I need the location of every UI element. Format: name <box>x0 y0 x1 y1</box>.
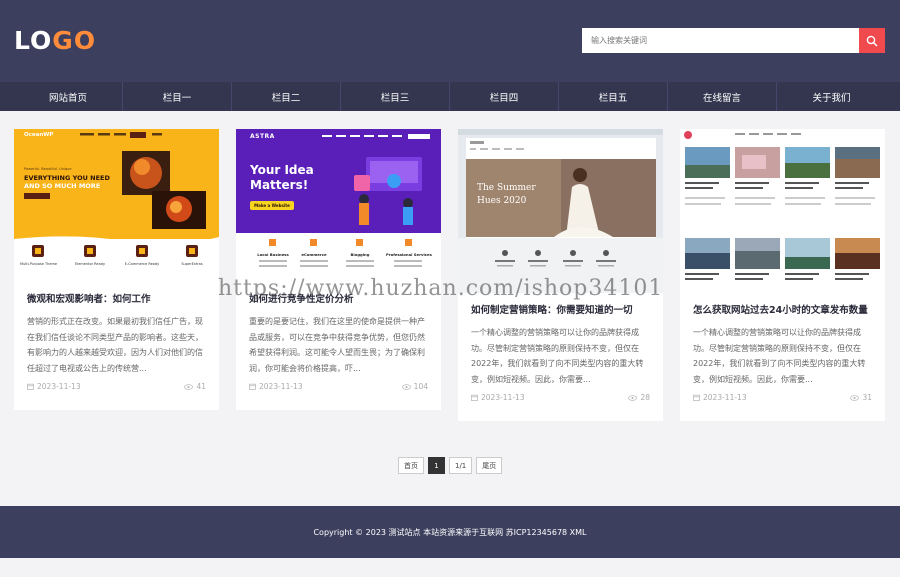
article-views: 28 <box>640 393 650 402</box>
current-page-button[interactable]: 1 <box>428 457 445 474</box>
article-title[interactable]: 微观和宏观影响者：如何工作 <box>27 293 206 307</box>
article-meta: 2023-11-13 41 <box>27 382 206 391</box>
article-thumbnail[interactable]: The Summer Hues 2020 <box>458 129 663 293</box>
nav-item-column-2[interactable]: 栏目二 <box>232 82 341 111</box>
astra-headline-1: Your Idea <box>250 163 314 177</box>
search-icon <box>866 35 878 47</box>
article-date: 2023-11-13 <box>259 382 303 391</box>
article-card[interactable]: OceanWP Powerful. Beautiful. Unique EVER… <box>14 129 219 410</box>
calendar-icon <box>249 383 256 390</box>
astra-feature-4: Professional Services <box>386 252 432 257</box>
article-excerpt: 重要的是要记住，我们在这里的使命是提供一种产品或服务，可以在竞争中获得竞争优势，… <box>249 317 425 373</box>
site-footer: Copyright © 2023 测试站点 本站资源来源于互联网 苏ICP123… <box>0 506 900 558</box>
astra-feature-2: eCommerce <box>301 252 327 257</box>
search-input[interactable] <box>582 28 859 53</box>
article-card[interactable]: ASTRA Your Idea Matters! Make a Website … <box>236 129 441 410</box>
article-thumbnail[interactable]: ASTRA Your Idea Matters! Make a Website … <box>236 129 441 282</box>
astra-cta-button: Make a Website <box>254 203 290 208</box>
article-thumbnail[interactable] <box>680 129 885 293</box>
article-views: 31 <box>862 393 872 402</box>
nav-item-about[interactable]: 关于我们 <box>777 82 886 111</box>
article-excerpt: 营销的形式正在改变。如果最初我们信任广告，现在我们信任谈论不同类型产品的影响者。… <box>27 317 203 373</box>
nav-item-column-4[interactable]: 栏目四 <box>450 82 559 111</box>
article-meta: 2023-11-13 28 <box>471 393 650 402</box>
article-date: 2023-11-13 <box>703 393 747 402</box>
article-views: 104 <box>413 382 428 391</box>
oceanwp-headline-1: EVERYTHING YOU NEED <box>24 174 110 182</box>
article-card[interactable]: The Summer Hues 2020 如何制定营销策略：你需要知道的一切 一… <box>458 129 663 421</box>
article-meta: 2023-11-13 31 <box>693 393 872 402</box>
nav-item-column-3[interactable]: 栏目三 <box>341 82 450 111</box>
first-page-button[interactable]: 首页 <box>398 457 424 474</box>
article-title[interactable]: 如何制定营销策略：你需要知道的一切 <box>471 304 650 318</box>
astra-feature-1: Local Business <box>257 252 289 257</box>
logo-text-part1: LO <box>14 26 53 55</box>
page-count: 1/1 <box>449 457 473 474</box>
oceanwp-feature-2: Elementor Ready <box>74 262 106 266</box>
oceanwp-feature-1: Multi-Purpose Theme <box>20 262 58 266</box>
last-page-button[interactable]: 尾页 <box>476 457 503 474</box>
eye-icon <box>401 383 411 390</box>
nav-item-column-1[interactable]: 栏目一 <box>123 82 232 111</box>
oceanwp-brand: OceanWP <box>24 132 54 138</box>
summer-headline-2: Hues 2020 <box>477 196 527 206</box>
oceanwp-tagline: Powerful. Beautiful. Unique <box>24 167 72 171</box>
site-header: LOGO <box>0 0 900 82</box>
travel-blog-theme-preview-image <box>680 129 885 293</box>
logo-text-part2: G <box>52 26 74 55</box>
main-nav: 网站首页 栏目一 栏目二 栏目三 栏目四 栏目五 在线留言 关于我们 <box>0 82 900 111</box>
oceanwp-headline-2: AND SO MUCH MORE <box>24 182 101 190</box>
summer-theme-preview-image <box>458 129 663 293</box>
astra-feature-3: Blogging <box>350 252 370 257</box>
nav-item-home[interactable]: 网站首页 <box>14 82 123 111</box>
search-button[interactable] <box>859 28 885 53</box>
pagination: 首页 1 1/1 尾页 <box>398 457 503 474</box>
footer-copyright: Copyright © 2023 测试站点 本站资源来源于互联网 苏ICP123… <box>313 527 587 537</box>
search-box <box>582 28 885 53</box>
eye-icon <box>850 394 860 401</box>
article-views: 41 <box>196 382 206 391</box>
article-excerpt: 一个精心调整的营销策略可以让你的品牌获得成功。尽管制定营销策略的原则保持不变，但… <box>471 328 644 384</box>
article-thumbnail[interactable]: OceanWP Powerful. Beautiful. Unique EVER… <box>14 129 219 282</box>
article-date: 2023-11-13 <box>37 382 81 391</box>
article-title[interactable]: 怎么获取网站过去24小时的文章发布数量 <box>693 304 872 318</box>
logo-text-part3: O <box>73 26 97 55</box>
eye-icon <box>184 383 194 390</box>
article-card[interactable]: 怎么获取网站过去24小时的文章发布数量 一个精心调整的营销策略可以让你的品牌获得… <box>680 129 885 421</box>
eye-icon <box>628 394 638 401</box>
site-logo[interactable]: LOGO <box>14 26 96 56</box>
article-title[interactable]: 如何进行竞争性定价分析 <box>249 293 428 307</box>
oceanwp-theme-preview-image <box>14 129 219 282</box>
oceanwp-feature-3: E-Commerce Ready <box>124 262 160 266</box>
calendar-icon <box>27 383 34 390</box>
oceanwp-feature-4: SuperExtras <box>181 262 203 266</box>
summer-headline-1: The Summer <box>477 183 536 193</box>
calendar-icon <box>471 394 478 401</box>
article-date: 2023-11-13 <box>481 393 525 402</box>
astra-brand: ASTRA <box>250 133 275 140</box>
nav-item-guestbook[interactable]: 在线留言 <box>668 82 777 111</box>
article-excerpt: 一个精心调整的营销策略可以让你的品牌获得成功。尽管制定营销策略的原则保持不变，但… <box>693 328 866 384</box>
calendar-icon <box>693 394 700 401</box>
article-meta: 2023-11-13 104 <box>249 382 428 391</box>
nav-item-column-5[interactable]: 栏目五 <box>559 82 668 111</box>
astra-headline-2: Matters! <box>250 178 309 192</box>
